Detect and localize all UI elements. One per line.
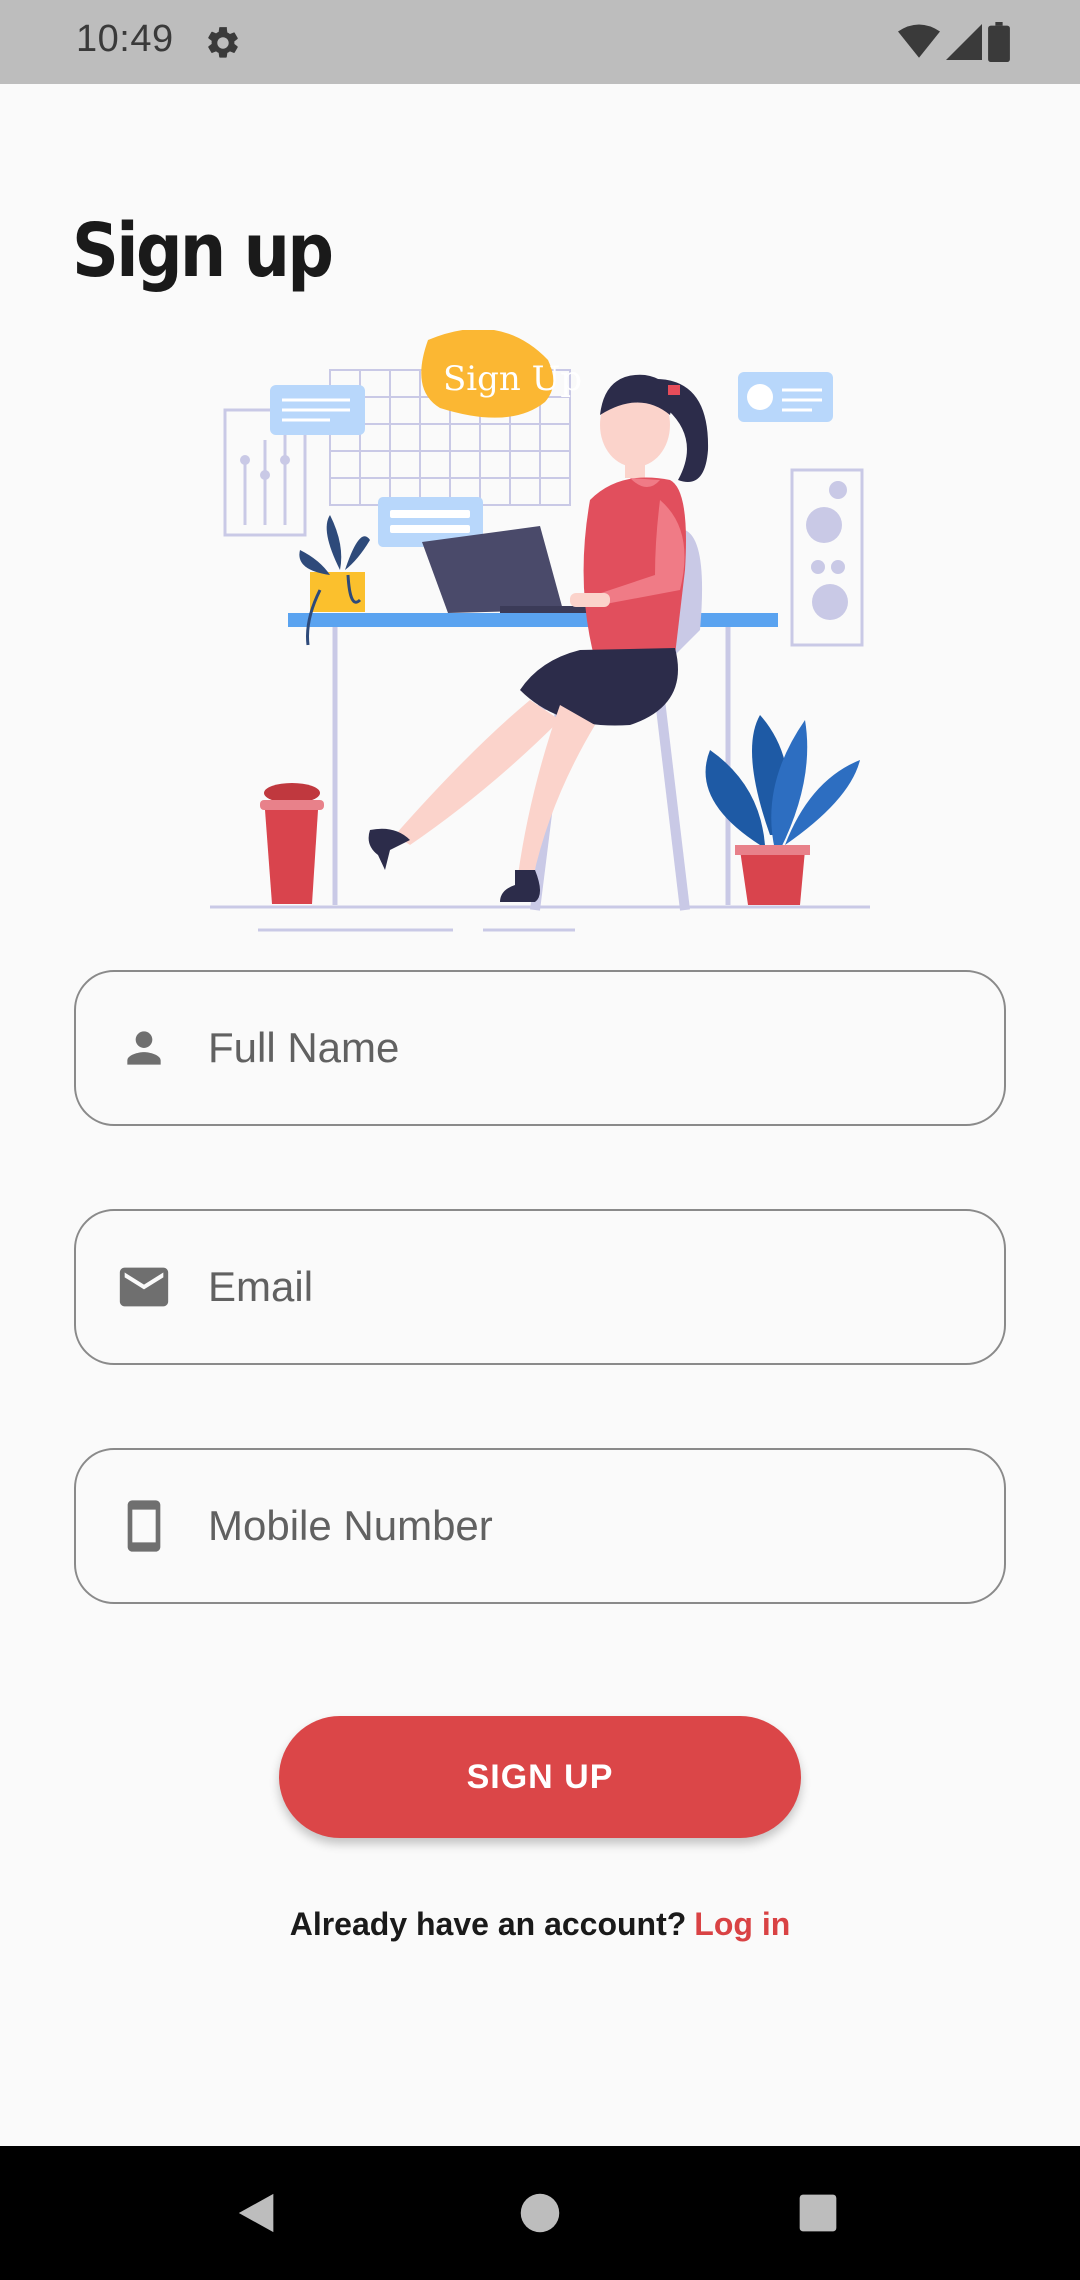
account-prompt-text: Already have an account? [289, 1906, 687, 1942]
mobile-number-placeholder: Mobile Number [208, 1502, 493, 1549]
signup-screen: 10:49 Sign up Sign Up Full Name Email Mo… [0, 0, 1080, 2280]
email-placeholder: Email [208, 1263, 314, 1310]
page-title: Sign up [72, 208, 334, 294]
person-icon [114, 1018, 174, 1078]
login-link[interactable]: Log in [694, 1906, 790, 1942]
email-field[interactable]: Email [74, 1209, 1006, 1365]
recents-square-icon[interactable] [773, 2168, 863, 2258]
mail-icon [114, 1257, 174, 1317]
speaker-graphic [790, 468, 864, 647]
mobile-number-field[interactable]: Mobile Number [74, 1448, 1006, 1604]
phone-icon [114, 1496, 174, 1556]
cell-signal-icon [946, 24, 982, 60]
back-triangle-icon[interactable] [213, 2168, 303, 2258]
signup-speech-bubble: Sign Up [421, 330, 582, 418]
signup-illustration: Sign Up [210, 330, 870, 932]
status-bar: 10:49 [0, 0, 1080, 84]
sign-up-button[interactable]: SIGN UP [279, 1716, 801, 1838]
chat-bubble-graphic [270, 385, 365, 435]
floor-lines-graphic [210, 905, 870, 932]
full-name-field[interactable]: Full Name [74, 970, 1006, 1126]
profile-card-graphic [738, 372, 833, 422]
wifi-icon [898, 24, 940, 58]
status-icons [898, 22, 1010, 62]
bin-graphic [260, 783, 324, 904]
status-time: 10:49 [76, 18, 174, 60]
login-prompt-row: Already have an account? Log in [0, 1906, 1080, 1943]
signup-bubble-text: Sign Up [443, 359, 582, 399]
gear-icon [208, 27, 238, 58]
sign-up-button-label: SIGN UP [466, 1757, 614, 1796]
home-circle-icon[interactable] [495, 2168, 585, 2258]
battery-icon [988, 22, 1010, 62]
full-name-placeholder: Full Name [208, 1024, 400, 1071]
navigation-bar [0, 2146, 1080, 2280]
